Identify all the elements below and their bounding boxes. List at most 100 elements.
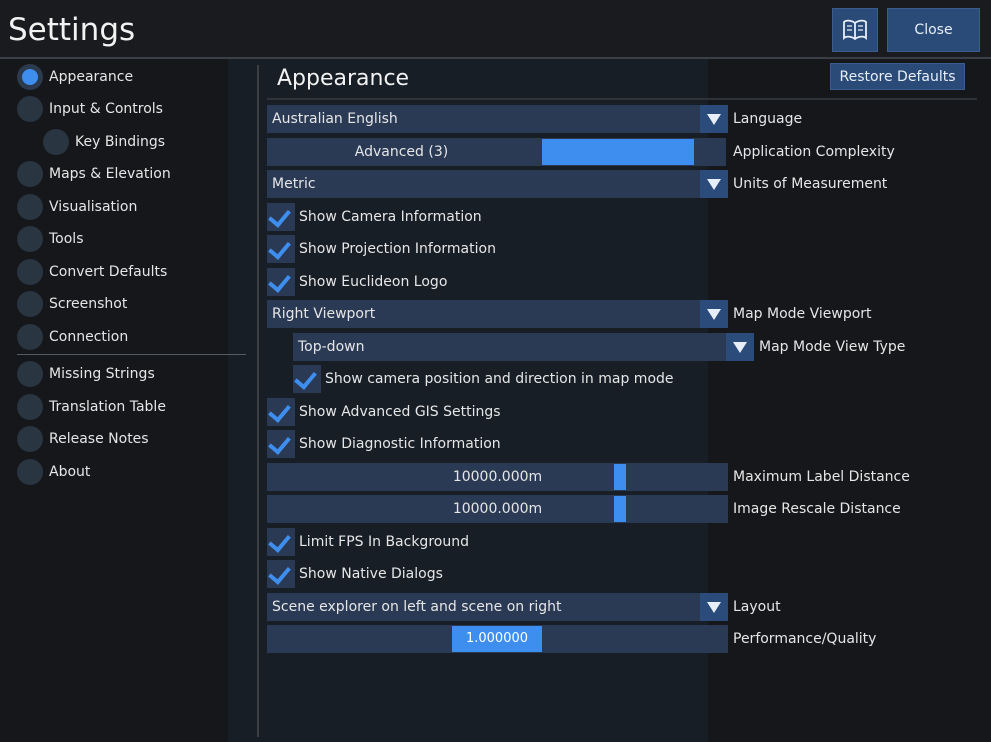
diagnostic-label: Show Diagnostic Information [299, 436, 501, 452]
layout-label: Layout [733, 599, 781, 615]
radio-icon [17, 226, 43, 252]
radio-icon [43, 129, 69, 155]
advanced-gis-label: Show Advanced GIS Settings [299, 404, 501, 420]
units-dropdown[interactable]: Metric [267, 170, 728, 198]
image-rescale-distance-slider[interactable]: 10000.000m [267, 495, 728, 523]
radio-icon [17, 459, 43, 485]
radio-selected-icon [17, 64, 43, 90]
sidebar-item-screenshot[interactable]: Screenshot [17, 289, 127, 319]
sidebar-item-label: Tools [49, 231, 84, 247]
sidebar-item-label: Maps & Elevation [49, 166, 171, 182]
units-value: Metric [272, 176, 316, 192]
radio-icon [17, 324, 43, 350]
map-viewport-dropdown[interactable]: Right Viewport [267, 300, 728, 328]
projection-info-checkbox[interactable] [267, 235, 295, 263]
radio-icon [17, 426, 43, 452]
checkmark-icon [268, 269, 291, 293]
checkmark-icon [268, 431, 291, 455]
max-label-distance-value: 10000.000m [452, 469, 543, 485]
performance-slider[interactable]: 1.000000 [267, 625, 728, 653]
image-rescale-distance-label: Image Rescale Distance [733, 501, 901, 517]
page-title: Appearance [277, 66, 410, 91]
chevron-down-icon[interactable] [700, 300, 728, 328]
max-label-distance-slider[interactable]: 10000.000m [267, 463, 728, 491]
radio-icon [17, 161, 43, 187]
sidebar-item-tools[interactable]: Tools [17, 224, 84, 254]
radio-icon [17, 291, 43, 317]
checkmark-icon [268, 236, 291, 260]
sidebar-item-input-controls[interactable]: Input & Controls [17, 94, 163, 124]
sidebar-item-label: Translation Table [49, 399, 166, 415]
radio-icon [17, 194, 43, 220]
sidebar-item-maps-elevation[interactable]: Maps & Elevation [17, 159, 171, 189]
limit-fps-label: Limit FPS In Background [299, 534, 469, 550]
chevron-down-icon[interactable] [700, 593, 728, 621]
checkmark-icon [294, 366, 317, 390]
sidebar-item-about[interactable]: About [17, 457, 90, 487]
layout-dropdown[interactable]: Scene explorer on left and scene on righ… [267, 593, 728, 621]
complexity-label: Application Complexity [733, 144, 895, 160]
panel-divider [257, 65, 259, 737]
sidebar-item-label: Missing Strings [49, 366, 155, 382]
euclideon-logo-label: Show Euclideon Logo [299, 274, 448, 290]
slider-handle[interactable] [614, 496, 626, 522]
slider-fill [542, 139, 694, 165]
map-view-type-value: Top-down [298, 339, 365, 355]
sidebar-item-appearance[interactable]: Appearance [17, 62, 133, 92]
checkmark-icon [268, 529, 291, 553]
language-value: Australian English [272, 111, 398, 127]
euclideon-logo-checkbox[interactable] [267, 268, 295, 296]
units-label: Units of Measurement [733, 176, 888, 192]
camera-info-label: Show Camera Information [299, 209, 482, 225]
language-dropdown[interactable]: Australian English [267, 105, 728, 133]
checkmark-icon [268, 561, 291, 585]
sidebar-item-connection[interactable]: Connection [17, 322, 128, 352]
sidebar-item-key-bindings[interactable]: Key Bindings [43, 127, 165, 157]
help-book-button[interactable] [832, 8, 878, 52]
camera-info-checkbox[interactable] [267, 203, 295, 231]
radio-icon [17, 394, 43, 420]
sidebar-divider [17, 354, 246, 355]
sidebar-item-missing-strings[interactable]: Missing Strings [17, 359, 155, 389]
sidebar-item-label: Screenshot [49, 296, 128, 312]
sidebar-item-visualisation[interactable]: Visualisation [17, 192, 137, 222]
header-divider [267, 98, 977, 100]
limit-fps-checkbox[interactable] [267, 528, 295, 556]
sidebar-item-label: Convert Defaults [49, 264, 168, 280]
chevron-down-icon[interactable] [700, 170, 728, 198]
max-label-distance-label: Maximum Label Distance [733, 469, 910, 485]
projection-info-label: Show Projection Information [299, 241, 496, 257]
chevron-down-icon[interactable] [726, 333, 754, 361]
window-title: Settings [8, 12, 136, 48]
sidebar-item-label: Appearance [49, 69, 134, 85]
performance-label: Performance/Quality [733, 631, 877, 647]
chevron-down-icon[interactable] [700, 105, 728, 133]
slider-handle[interactable] [614, 464, 626, 490]
map-view-type-label: Map Mode View Type [759, 339, 906, 355]
book-icon [843, 19, 867, 41]
complexity-slider[interactable]: Advanced (3) [267, 138, 726, 166]
advanced-gis-checkbox[interactable] [267, 398, 295, 426]
diagnostic-checkbox[interactable] [267, 430, 295, 458]
map-view-type-dropdown[interactable]: Top-down [293, 333, 754, 361]
sidebar-item-convert-defaults[interactable]: Convert Defaults [17, 257, 167, 287]
checkmark-icon [268, 204, 291, 228]
performance-value[interactable]: 1.000000 [452, 626, 542, 652]
sidebar-item-label: Release Notes [49, 431, 149, 447]
radio-icon [17, 96, 43, 122]
sidebar-item-label: Visualisation [49, 199, 138, 215]
native-dialogs-checkbox[interactable] [267, 560, 295, 588]
camera-map-mode-checkbox[interactable] [293, 365, 321, 393]
radio-icon [17, 259, 43, 285]
map-viewport-value: Right Viewport [272, 306, 376, 322]
close-button[interactable]: Close [887, 8, 980, 52]
sidebar-item-label: About [49, 464, 91, 480]
native-dialogs-label: Show Native Dialogs [299, 566, 443, 582]
language-label: Language [733, 111, 803, 127]
sidebar-item-label: Input & Controls [49, 101, 163, 117]
camera-map-mode-label: Show camera position and direction in ma… [325, 371, 674, 387]
restore-defaults-button[interactable]: Restore Defaults [830, 63, 965, 90]
sidebar-item-release-notes[interactable]: Release Notes [17, 424, 149, 454]
sidebar-item-translation-table[interactable]: Translation Table [17, 392, 166, 422]
map-viewport-label: Map Mode Viewport [733, 306, 872, 322]
